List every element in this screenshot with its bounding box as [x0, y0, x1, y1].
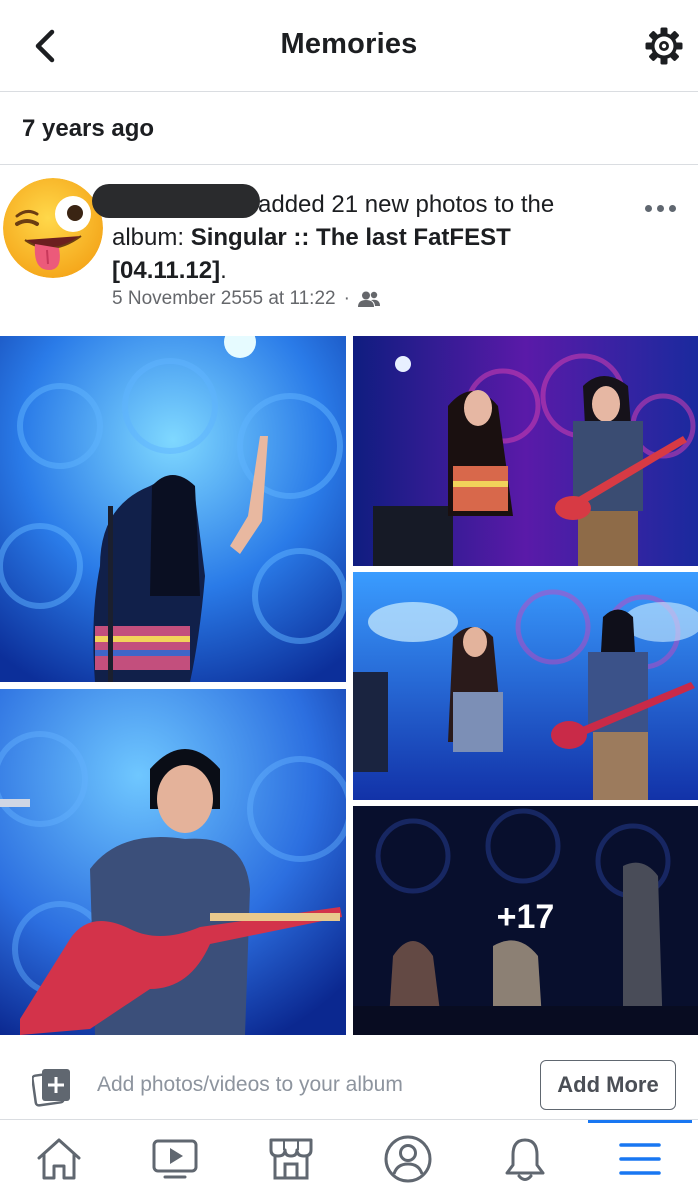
album-photo-1[interactable] — [0, 336, 346, 682]
menu-icon — [619, 1143, 661, 1175]
post-description: added 21 new photos to the album: Singul… — [112, 188, 622, 287]
tab-watch[interactable] — [147, 1134, 203, 1184]
post-header: added 21 new photos to the album: Singul… — [0, 166, 698, 334]
shop-icon — [269, 1138, 313, 1180]
tab-notifications[interactable] — [497, 1134, 553, 1184]
add-photo-icon — [31, 1069, 70, 1107]
bell-icon — [505, 1138, 545, 1181]
more-photos-count: +17 — [496, 898, 555, 936]
friends-icon — [357, 291, 380, 307]
more-horizontal-icon — [644, 204, 652, 212]
top-navigation-bar: Memories — [0, 0, 698, 92]
tab-menu[interactable] — [612, 1134, 668, 1184]
add-to-album-bar: Add photos/videos to your album Add More — [0, 1036, 698, 1120]
tab-marketplace[interactable] — [263, 1134, 319, 1184]
settings-button[interactable] — [642, 24, 686, 68]
add-photo-button[interactable] — [31, 1066, 74, 1108]
album-photo-2[interactable] — [353, 336, 698, 566]
bottom-tab-bar — [0, 1120, 698, 1200]
guitarist-image — [0, 689, 346, 1035]
video-icon — [152, 1139, 198, 1179]
post-meta: 5 November 2555 at 11:22 · — [112, 288, 380, 310]
meta-separator: · — [343, 288, 350, 309]
album-photo-4[interactable] — [353, 572, 698, 800]
add-more-button[interactable]: Add More — [540, 1060, 676, 1110]
band-duo-image — [353, 336, 698, 566]
add-photos-prompt[interactable]: Add photos/videos to your album — [97, 1073, 403, 1097]
more-options-button[interactable] — [640, 196, 680, 220]
page-title: Memories — [280, 28, 418, 60]
profile-icon — [384, 1135, 432, 1183]
avatar[interactable] — [3, 178, 103, 278]
memory-section-header: 7 years ago — [0, 93, 698, 165]
tab-home[interactable] — [31, 1134, 87, 1184]
winking-tongue-emoji — [3, 178, 103, 278]
post-timestamp[interactable]: 5 November 2555 at 11:22 — [112, 288, 336, 310]
years-ago-label: 7 years ago — [22, 115, 155, 142]
home-icon — [37, 1138, 81, 1180]
album-suffix: . — [220, 257, 227, 284]
gear-icon — [645, 27, 683, 65]
album-photo-3[interactable] — [0, 689, 346, 1035]
tab-profile[interactable] — [380, 1134, 436, 1184]
album-photo-5[interactable]: +17 — [353, 806, 698, 1035]
band-performing-image — [353, 572, 698, 800]
active-tab-indicator — [588, 1120, 692, 1123]
singer-on-stage-image — [0, 336, 346, 682]
